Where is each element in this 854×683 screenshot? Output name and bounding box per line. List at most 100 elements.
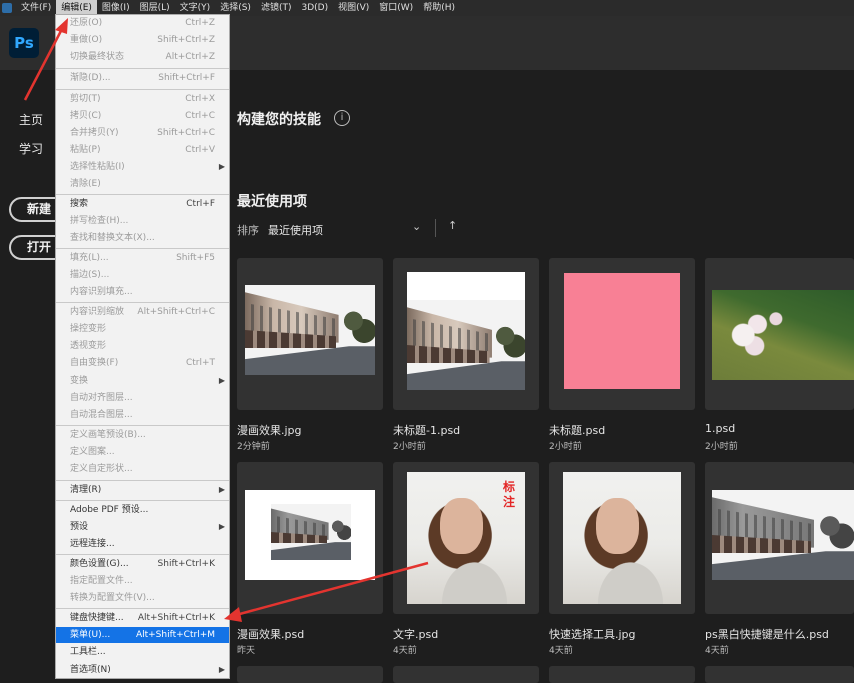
file-time: 昨天	[237, 646, 256, 656]
menu-file[interactable]: 文件(F)	[16, 0, 56, 16]
menu-item-search[interactable]: 搜索 Ctrl+F	[56, 196, 229, 212]
chevron-right-icon: ▶	[218, 162, 225, 171]
menu-item-paste[interactable]: 粘贴(P) Ctrl+V	[56, 142, 229, 158]
menu-item-paste-special[interactable]: 选择性粘贴(I) ▶	[56, 159, 229, 175]
file-name[interactable]: 快速选择工具.jpg	[549, 626, 636, 642]
file-thumbnail	[712, 290, 854, 380]
menu-item-define-pattern[interactable]: 定义图案...	[56, 444, 229, 460]
menu-item-assign-profile[interactable]: 指定配置文件...	[56, 573, 229, 589]
file-thumbnail	[563, 472, 681, 604]
file-time: 4天前	[705, 646, 729, 656]
edit-menu-dropdown: 还原(O) Ctrl+Z 重做(O) Shift+Ctrl+Z 切换最终状态 Alt+…	[55, 14, 230, 679]
menu-item-find-replace[interactable]: 查找和替换文本(X)...	[56, 230, 229, 246]
chevron-right-icon: ▶	[218, 485, 225, 494]
menu-separator	[56, 500, 229, 501]
menu-item-auto-align-layers[interactable]: 自动对齐图层...	[56, 390, 229, 406]
menu-item-menus[interactable]: 菜单(U)... Alt+Shift+Ctrl+M	[56, 627, 229, 643]
info-icon[interactable]: i	[334, 110, 350, 126]
file-card[interactable]	[237, 666, 383, 683]
file-card[interactable]	[705, 258, 854, 410]
nav-home[interactable]: 主页	[19, 111, 43, 128]
nav-learn[interactable]: 学习	[19, 140, 43, 157]
menu-separator	[56, 68, 229, 69]
menu-item-fade[interactable]: 渐隐(D)... Shift+Ctrl+F	[56, 70, 229, 86]
file-name[interactable]: 未标题.psd	[549, 422, 605, 438]
menu-separator	[56, 425, 229, 426]
ps-app-icon	[2, 3, 12, 13]
file-card[interactable]: 标注	[393, 462, 539, 614]
file-card[interactable]	[549, 666, 695, 683]
file-name[interactable]: 漫画效果.psd	[237, 626, 304, 642]
file-card[interactable]	[549, 258, 695, 410]
menu-separator	[56, 554, 229, 555]
file-card[interactable]	[549, 462, 695, 614]
menu-item-convert-to-profile[interactable]: 转换为配置文件(V)...	[56, 590, 229, 606]
menu-view[interactable]: 视图(V)	[333, 0, 374, 16]
photoshop-logo: Ps	[9, 28, 39, 58]
menu-item-color-settings[interactable]: 颜色设置(G)... Shift+Ctrl+K	[56, 556, 229, 572]
menu-item-content-aware-scale[interactable]: 内容识别缩放 Alt+Shift+Ctrl+C	[56, 304, 229, 320]
sort-select[interactable]: 最近使用项	[268, 222, 323, 238]
file-card[interactable]	[393, 258, 539, 410]
file-thumbnail	[245, 285, 375, 375]
file-card[interactable]	[705, 462, 854, 614]
menu-item-transform[interactable]: 变换 ▶	[56, 373, 229, 389]
menu-item-adobe-pdf-presets[interactable]: Adobe PDF 预设...	[56, 502, 229, 518]
sort-ascending-icon[interactable]: ↑	[448, 219, 457, 232]
menu-item-perspective-warp[interactable]: 透视变形	[56, 338, 229, 354]
menu-item-undo[interactable]: 还原(O) Ctrl+Z	[56, 15, 229, 31]
menu-window[interactable]: 窗口(W)	[374, 0, 418, 16]
chevron-down-icon[interactable]: ⌄	[412, 220, 421, 233]
menu-item-auto-blend-layers[interactable]: 自动混合图层...	[56, 407, 229, 423]
file-name[interactable]: 1.psd	[705, 422, 735, 435]
menu-item-spell-check[interactable]: 拼写检查(H)...	[56, 213, 229, 229]
red-label-stamp: 标注	[502, 480, 515, 509]
menu-item-cut[interactable]: 剪切(T) Ctrl+X	[56, 91, 229, 107]
chevron-right-icon: ▶	[218, 376, 225, 385]
file-card[interactable]	[237, 258, 383, 410]
file-name[interactable]: 未标题-1.psd	[393, 422, 460, 438]
menu-separator	[56, 480, 229, 481]
skills-title: 构建您的技能	[237, 112, 321, 128]
menu-item-puppet-warp[interactable]: 操控变形	[56, 321, 229, 337]
menu-item-purge[interactable]: 清理(R) ▶	[56, 482, 229, 498]
menu-item-presets[interactable]: 预设 ▶	[56, 519, 229, 535]
file-thumbnail	[712, 490, 854, 580]
menu-item-toggle-last-state[interactable]: 切换最终状态 Alt+Ctrl+Z	[56, 49, 229, 65]
menu-item-free-transform[interactable]: 自由变换(F) Ctrl+T	[56, 355, 229, 371]
menu-item-define-custom-shape[interactable]: 定义自定形状...	[56, 461, 229, 477]
file-name[interactable]: 文字.psd	[393, 626, 438, 642]
menu-item-clear[interactable]: 清除(E)	[56, 176, 229, 192]
menu-separator	[56, 302, 229, 303]
file-time: 4天前	[549, 646, 573, 656]
menu-filter[interactable]: 滤镜(T)	[256, 0, 297, 16]
menu-3d[interactable]: 3D(D)	[296, 0, 333, 16]
file-thumbnail	[407, 272, 525, 390]
menu-separator	[56, 194, 229, 195]
menu-separator	[56, 89, 229, 90]
menu-item-content-aware-fill[interactable]: 内容识别填充...	[56, 284, 229, 300]
menu-item-remote-connections[interactable]: 远程连接...	[56, 536, 229, 552]
file-card[interactable]	[393, 666, 539, 683]
menu-separator	[56, 248, 229, 249]
recent-title: 最近使用项	[237, 194, 307, 210]
menu-item-copy[interactable]: 拷贝(C) Ctrl+C	[56, 108, 229, 124]
menu-item-redo[interactable]: 重做(O) Shift+Ctrl+Z	[56, 32, 229, 48]
menu-item-fill[interactable]: 填充(L)... Shift+F5	[56, 250, 229, 266]
divider	[435, 219, 436, 237]
sort-label: 排序	[237, 224, 259, 237]
file-card[interactable]	[237, 462, 383, 614]
menu-item-toolbar[interactable]: 工具栏...	[56, 644, 229, 660]
menu-item-stroke[interactable]: 描边(S)...	[56, 267, 229, 283]
menu-item-preferences[interactable]: 首选项(N) ▶	[56, 662, 229, 678]
file-card[interactable]	[705, 666, 854, 683]
file-name[interactable]: ps黑白快捷键是什么.psd	[705, 626, 829, 642]
file-name[interactable]: 漫画效果.jpg	[237, 422, 302, 438]
menu-item-define-brush[interactable]: 定义画笔预设(B)...	[56, 427, 229, 443]
menu-item-copy-merged[interactable]: 合并拷贝(Y) Shift+Ctrl+C	[56, 125, 229, 141]
menu-help[interactable]: 帮助(H)	[418, 0, 460, 16]
menu-item-keyboard-shortcuts[interactable]: 键盘快捷键... Alt+Shift+Ctrl+K	[56, 610, 229, 626]
file-thumbnail	[245, 490, 375, 580]
file-time: 2小时前	[705, 442, 738, 452]
menu-separator	[56, 608, 229, 609]
